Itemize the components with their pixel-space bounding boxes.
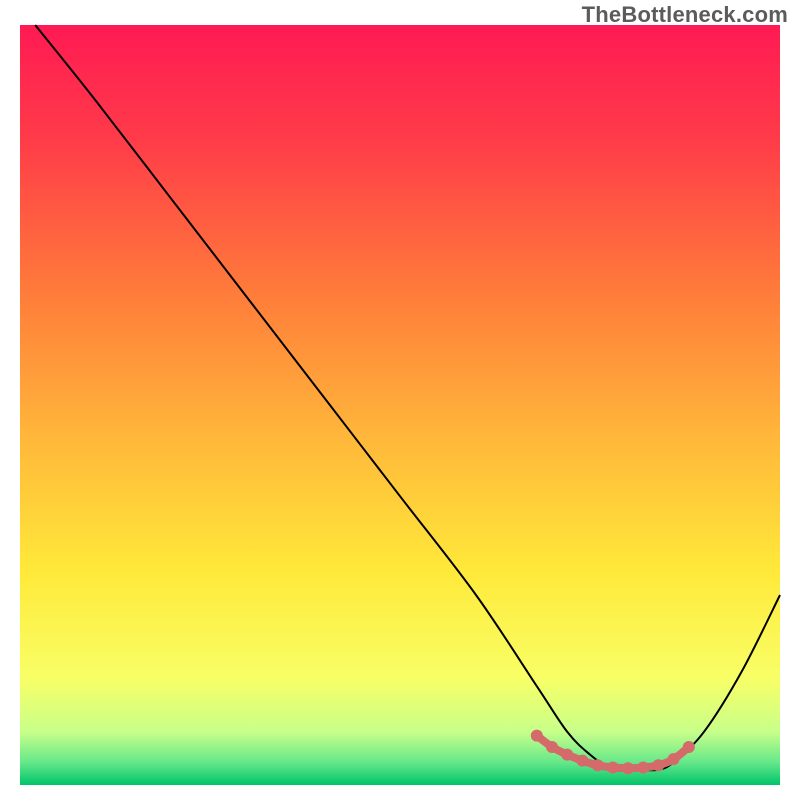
optimal-range-dot xyxy=(622,762,634,774)
watermark-text: TheBottleneck.com xyxy=(582,2,788,28)
optimal-range-dot xyxy=(592,759,604,771)
optimal-range-dot xyxy=(561,749,573,761)
optimal-range-dot xyxy=(652,759,664,771)
optimal-range-dot xyxy=(546,741,558,753)
optimal-range-dot xyxy=(668,753,680,765)
optimal-range-dot xyxy=(576,755,588,767)
plot-background xyxy=(20,25,780,785)
optimal-range-dot xyxy=(607,762,619,774)
chart-container: TheBottleneck.com xyxy=(0,0,800,800)
optimal-range-dot xyxy=(683,741,695,753)
optimal-range-dot xyxy=(637,762,649,774)
bottleneck-chart xyxy=(0,0,800,800)
optimal-range-dot xyxy=(531,730,543,742)
